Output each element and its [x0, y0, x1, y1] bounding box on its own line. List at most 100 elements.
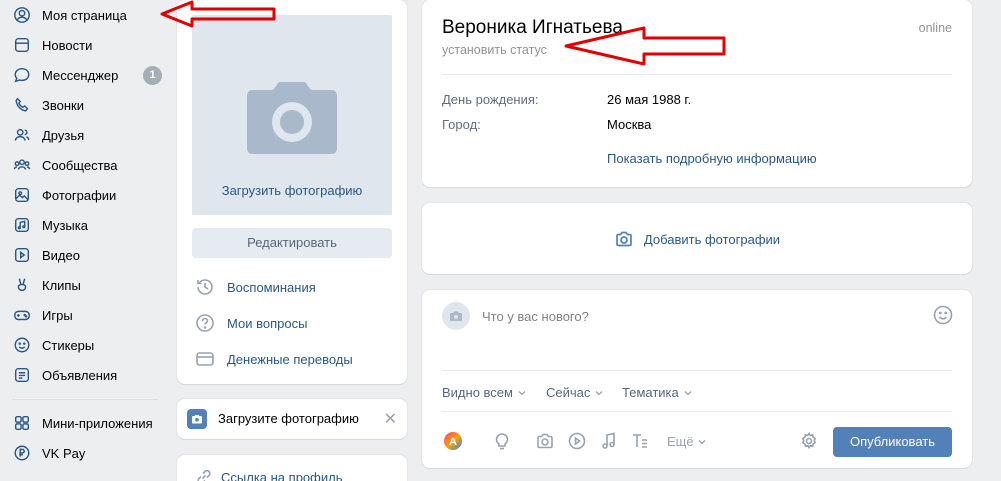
friends-icon	[12, 125, 32, 145]
add-photos-label: Добавить фотографии	[643, 231, 781, 247]
upload-photo-link[interactable]: Загрузить фотографию	[192, 183, 392, 198]
money-transfers-label: Денежные переводы	[227, 351, 353, 367]
camera-icon	[616, 231, 632, 247]
visibility-dropdown[interactable]: Видно всем	[442, 385, 526, 400]
nav-item-label: Объявления	[42, 367, 118, 383]
communities-icon	[12, 155, 32, 175]
add-photos-card: Добавить фотографии	[422, 203, 972, 274]
nav-item-friends[interactable]: Друзья	[0, 120, 170, 150]
nav-item-messenger[interactable]: Мессенджер 1	[0, 60, 170, 90]
visibility-label: Видно всем	[442, 385, 513, 400]
nav-item-video[interactable]: Видео	[0, 240, 170, 270]
avatar-placeholder[interactable]: Загрузить фотографию	[192, 15, 392, 215]
time-dropdown[interactable]: Сейчас	[546, 385, 603, 400]
info-key: День рождения:	[442, 92, 539, 107]
add-photos-button[interactable]: Добавить фотографии	[422, 229, 972, 249]
nav-item-ads[interactable]: Объявления	[0, 360, 170, 390]
memories-link[interactable]: Воспоминания	[194, 275, 316, 299]
chevron-down-icon	[595, 390, 603, 395]
nav-item-stickers[interactable]: Стикеры	[0, 330, 170, 360]
nav-item-vk-pay[interactable]: VK Pay	[0, 438, 170, 468]
nav-divider	[12, 399, 158, 400]
news-icon	[12, 35, 32, 55]
gamepad-icon	[12, 305, 32, 325]
nav-item-label: Музыка	[42, 217, 88, 233]
wallet-icon	[196, 352, 214, 366]
set-status-link[interactable]: установить статус	[442, 43, 547, 57]
lightbulb-icon	[495, 433, 509, 450]
art-icon: A	[444, 432, 462, 450]
sticker-icon	[12, 335, 32, 355]
upload-photo-banner[interactable]: Загрузите фотографию ✕	[177, 399, 407, 439]
more-tools-label: Ещё	[667, 434, 694, 449]
clips-icon	[12, 275, 32, 295]
nav-item-label: Моя страница	[42, 7, 127, 23]
emoji-icon[interactable]	[932, 304, 954, 326]
nav-item-clips[interactable]: Клипы	[0, 270, 170, 300]
my-questions-label: Мои вопросы	[227, 315, 308, 331]
message-icon	[12, 65, 32, 85]
history-icon	[197, 279, 213, 295]
info-value[interactable]: 26 мая 1988 г.	[607, 92, 691, 107]
user-circle-icon	[12, 5, 32, 25]
my-questions-link[interactable]: Мои вопросы	[194, 311, 307, 335]
unread-badge: 1	[143, 66, 162, 85]
show-details-link[interactable]: Показать подробную информацию	[607, 151, 817, 166]
gear-icon	[801, 432, 817, 450]
composer-divider	[442, 370, 952, 371]
nav-item-label: Друзья	[42, 127, 85, 143]
publish-button[interactable]: Опубликовать	[833, 427, 952, 457]
nav-item-news[interactable]: Новости	[0, 30, 170, 60]
nav-item-label: VK Pay	[42, 445, 86, 461]
vkpay-icon	[12, 443, 32, 463]
topic-label: Тематика	[622, 385, 679, 400]
music-icon	[12, 215, 32, 235]
add-music-tool[interactable]	[599, 431, 619, 451]
profile-link-label: Ссылка на профиль	[221, 470, 343, 481]
nav-item-label: Мини-приложения	[42, 415, 153, 431]
settings-tool[interactable]	[799, 431, 819, 451]
edit-profile-button[interactable]: Редактировать	[192, 228, 392, 258]
post-input[interactable]: Что у вас нового?	[482, 309, 589, 324]
ads-icon	[12, 365, 32, 385]
add-video-tool[interactable]	[567, 431, 587, 451]
left-nav: Моя страница Новости Мессенджер 1 Звонки…	[0, 0, 170, 468]
art-tool[interactable]: A	[443, 431, 463, 451]
nav-item-label: Фотографии	[42, 187, 117, 203]
memories-label: Воспоминания	[227, 279, 316, 295]
play-icon	[568, 432, 586, 450]
post-composer: Что у вас нового? Видно всем Сейчас Тема…	[422, 290, 972, 468]
close-icon[interactable]: ✕	[384, 409, 397, 429]
time-label: Сейчас	[546, 385, 591, 400]
nav-item-calls[interactable]: Звонки	[0, 90, 170, 120]
chevron-down-icon	[518, 390, 526, 395]
topic-dropdown[interactable]: Тематика	[622, 385, 692, 400]
nav-item-label: Игры	[42, 307, 73, 323]
profile-link-card[interactable]: Ссылка на профиль	[177, 455, 407, 481]
nav-item-mini-apps[interactable]: Мини-приложения	[0, 408, 170, 438]
more-tools-dropdown[interactable]: Ещё	[667, 434, 706, 449]
nav-item-label: Сообщества	[42, 157, 118, 173]
annotation-arrow-icon	[160, 0, 276, 28]
nav-item-music[interactable]: Музыка	[0, 210, 170, 240]
add-article-tool[interactable]	[630, 431, 650, 451]
link-icon	[197, 469, 211, 481]
camera-icon	[247, 82, 337, 154]
money-transfers-link[interactable]: Денежные переводы	[194, 347, 353, 371]
nav-item-games[interactable]: Игры	[0, 300, 170, 330]
idea-tool[interactable]	[492, 431, 512, 451]
profile-divider	[442, 74, 952, 75]
nav-item-communities[interactable]: Сообщества	[0, 150, 170, 180]
text-icon	[633, 434, 647, 448]
nav-item-photos[interactable]: Фотографии	[0, 180, 170, 210]
nav-item-label: Новости	[42, 37, 93, 53]
apps-icon	[12, 413, 32, 433]
add-photo-tool[interactable]	[535, 431, 555, 451]
info-value[interactable]: Москва	[607, 117, 651, 132]
avatar	[442, 302, 470, 330]
svg-text:A: A	[449, 436, 457, 448]
photo-icon	[12, 185, 32, 205]
nav-item-label: Клипы	[42, 277, 81, 293]
nav-item-my-page[interactable]: Моя страница	[0, 0, 170, 30]
camera-icon	[537, 433, 553, 449]
